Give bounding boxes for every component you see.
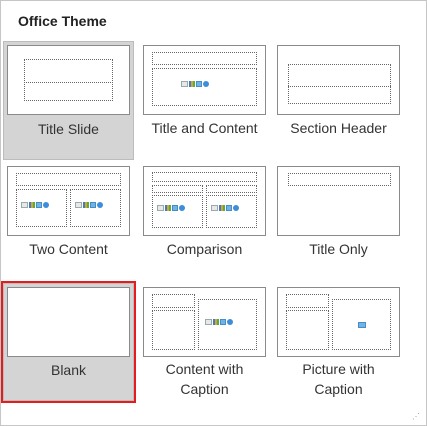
label-line-2: Caption	[180, 381, 229, 397]
layout-thumbnail	[7, 45, 130, 115]
left-heading-placeholder	[152, 185, 203, 193]
picture-icon	[358, 322, 366, 328]
caption-placeholder	[152, 310, 195, 350]
layout-grid: Title Slide Title and Content Section He	[1, 39, 426, 413]
content-insert-icons	[157, 205, 185, 211]
right-content-placeholder	[206, 195, 257, 228]
caption-placeholder	[286, 310, 329, 350]
title-placeholder	[286, 294, 329, 308]
left-content-placeholder	[16, 189, 67, 227]
table-icon	[157, 205, 164, 211]
layout-label: Content with Caption	[139, 359, 270, 399]
layout-label: Title and Content	[151, 120, 258, 136]
picture-insert-icons	[358, 322, 366, 328]
layout-title-and-content[interactable]: Title and Content	[139, 41, 270, 160]
resize-grip-icon[interactable]: ⋰	[412, 413, 420, 421]
left-content-placeholder	[152, 195, 203, 228]
label-line-2: Caption	[314, 381, 363, 397]
online-picture-icon	[227, 319, 233, 325]
layout-two-content[interactable]: Two Content	[3, 162, 134, 281]
layout-label: Picture with Caption	[273, 359, 404, 399]
chart-icon	[189, 81, 195, 87]
picture-icon	[226, 205, 232, 211]
layout-label: Title Slide	[38, 121, 99, 137]
right-heading-placeholder	[206, 185, 257, 193]
table-icon	[181, 81, 188, 87]
content-insert-icons	[205, 319, 233, 325]
table-icon	[21, 202, 28, 208]
content-insert-icons	[181, 81, 209, 87]
online-picture-icon	[43, 202, 49, 208]
section-placeholder	[288, 64, 391, 104]
layout-thumbnail	[277, 166, 400, 236]
online-picture-icon	[233, 205, 239, 211]
content-placeholder	[152, 68, 257, 106]
layout-picture-with-caption[interactable]: Picture with Caption	[273, 283, 404, 403]
layout-content-with-caption[interactable]: Content with Caption	[139, 283, 270, 403]
chart-icon	[83, 202, 89, 208]
table-icon	[211, 205, 218, 211]
table-icon	[75, 202, 82, 208]
layout-thumbnail	[277, 287, 400, 357]
layout-thumbnail	[7, 287, 130, 357]
layout-label: Comparison	[166, 241, 243, 257]
layout-thumbnail	[7, 166, 130, 236]
label-line-1: Content with	[165, 361, 244, 377]
title-placeholder	[152, 52, 257, 65]
layout-thumbnail	[277, 45, 400, 115]
layout-label: Two Content	[29, 241, 108, 257]
picture-icon	[36, 202, 42, 208]
title-placeholder	[288, 173, 391, 186]
chart-icon	[165, 205, 171, 211]
layout-blank[interactable]: Blank	[1, 281, 136, 403]
picture-icon	[220, 319, 226, 325]
label-line-1: Picture with	[302, 361, 375, 377]
chart-icon	[219, 205, 225, 211]
table-icon	[205, 319, 212, 325]
online-picture-icon	[97, 202, 103, 208]
layout-thumbnail	[143, 287, 266, 357]
layout-label: Section Header	[290, 120, 387, 136]
gallery-header: Office Theme	[1, 1, 426, 39]
layout-thumbnail	[143, 166, 266, 236]
layout-label: Blank	[50, 362, 87, 378]
chart-icon	[29, 202, 35, 208]
picture-icon	[90, 202, 96, 208]
layout-thumbnail	[143, 45, 266, 115]
content-insert-icons	[21, 202, 49, 208]
layout-comparison[interactable]: Comparison	[139, 162, 270, 281]
online-picture-icon	[203, 81, 209, 87]
layout-label: Title Only	[309, 241, 368, 257]
title-placeholder	[16, 173, 121, 186]
layout-title-slide[interactable]: Title Slide	[3, 41, 134, 160]
right-content-placeholder	[70, 189, 121, 227]
content-insert-icons	[75, 202, 103, 208]
layout-gallery: Office Theme Title Slide Title and Conte…	[0, 0, 427, 426]
picture-icon	[196, 81, 202, 87]
title-placeholder	[152, 172, 257, 182]
gallery-title: Office Theme	[18, 13, 107, 29]
title-placeholder	[24, 59, 113, 101]
chart-icon	[213, 319, 219, 325]
layout-title-only[interactable]: Title Only	[273, 162, 404, 281]
picture-icon	[172, 205, 178, 211]
layout-section-header[interactable]: Section Header	[273, 41, 404, 160]
title-placeholder	[152, 294, 195, 308]
online-picture-icon	[179, 205, 185, 211]
content-insert-icons	[211, 205, 239, 211]
